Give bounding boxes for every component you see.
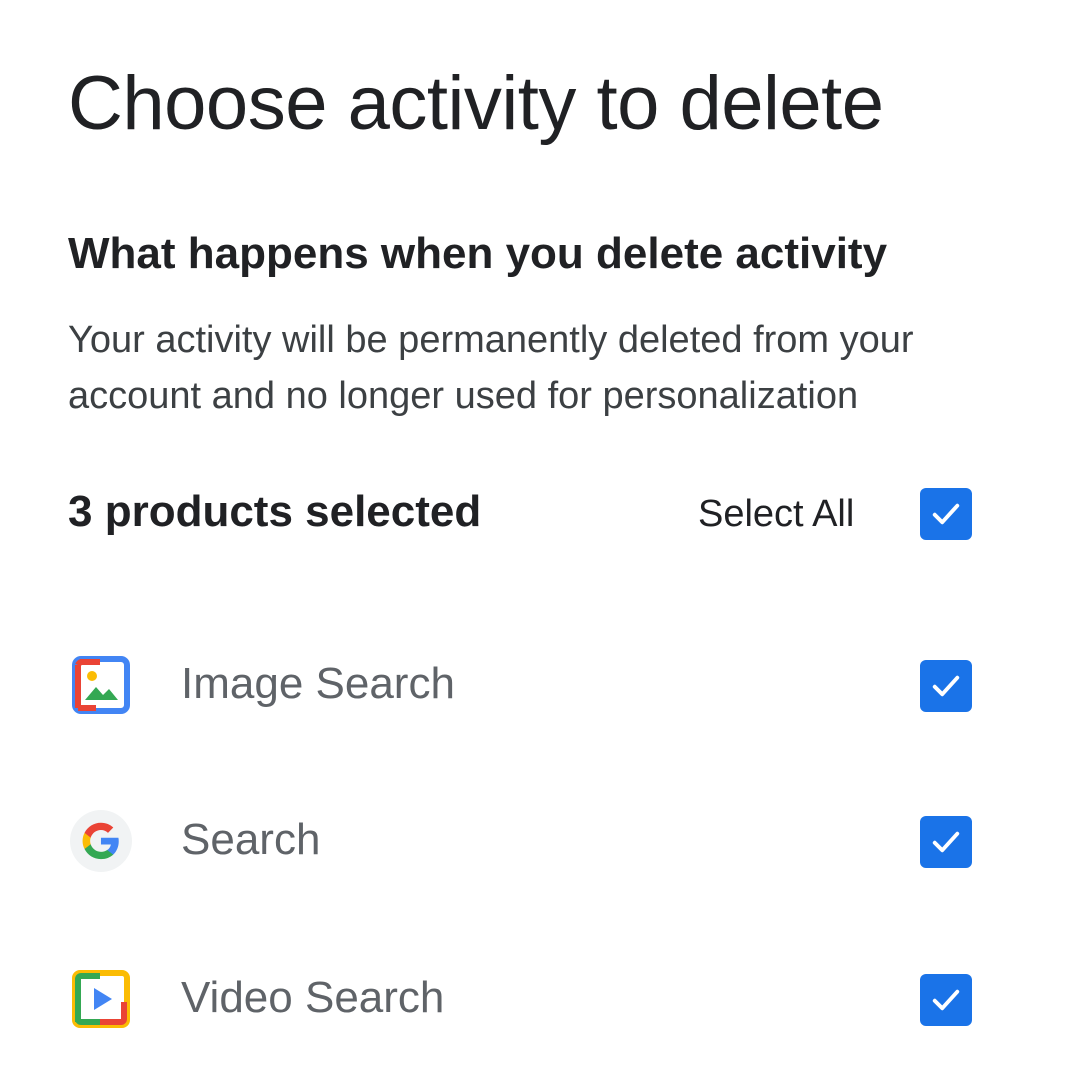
delete-activity-page: Choose activity to delete What happens w…	[0, 0, 1080, 1080]
page-title: Choose activity to delete	[68, 61, 884, 146]
product-row-image-search[interactable]: Image Search	[0, 624, 1080, 744]
product-row-search[interactable]: Search	[0, 780, 1080, 900]
checkmark-icon	[932, 503, 960, 525]
selection-count: 3 products selected	[68, 487, 482, 536]
search-checkbox[interactable]	[920, 816, 972, 868]
select-all-label[interactable]: Select All	[698, 490, 854, 538]
checkmark-icon	[932, 675, 960, 697]
product-label: Video Search	[181, 973, 445, 1022]
checkmark-icon	[932, 831, 960, 853]
checkmark-icon	[932, 989, 960, 1011]
video-search-checkbox[interactable]	[920, 974, 972, 1026]
image-search-icon	[70, 654, 132, 716]
product-label: Search	[181, 815, 321, 864]
select-all-checkbox[interactable]	[920, 488, 972, 540]
product-row-video-search[interactable]: Video Search	[0, 938, 1080, 1058]
info-heading: What happens when you delete activity	[68, 229, 888, 278]
google-g-icon	[70, 810, 132, 872]
product-label: Image Search	[181, 659, 455, 708]
video-search-icon	[70, 968, 132, 1030]
image-search-checkbox[interactable]	[920, 660, 972, 712]
info-body: Your activity will be permanently delete…	[68, 319, 914, 417]
